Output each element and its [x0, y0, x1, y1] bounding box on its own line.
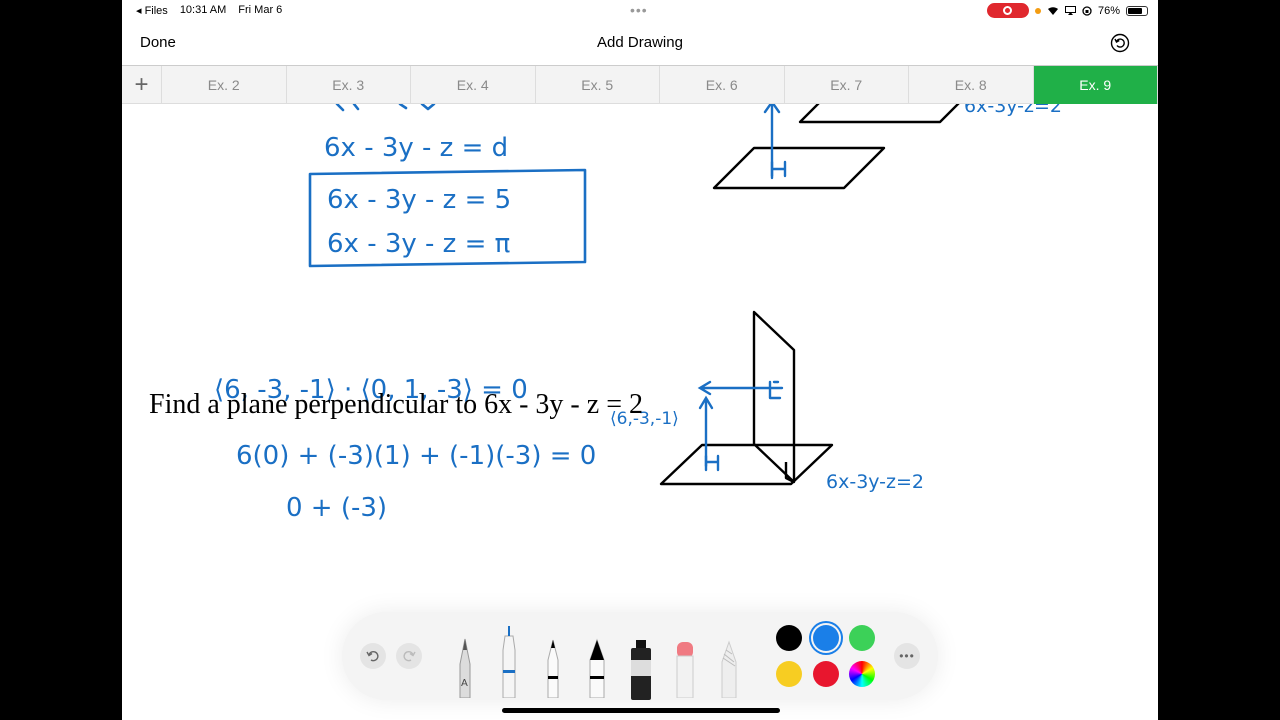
- pen-tool-icon[interactable]: A: [454, 636, 476, 698]
- orientation-lock-icon: [1082, 5, 1092, 16]
- color-picker-wheel-icon[interactable]: [849, 661, 875, 687]
- tab-ex-8[interactable]: Ex. 8: [909, 66, 1034, 104]
- color-swatch-red[interactable]: [813, 661, 839, 687]
- parallel-plane-upper: [798, 104, 960, 124]
- battery-icon: [1126, 5, 1148, 16]
- fountain-pen-tool-icon[interactable]: [586, 638, 608, 698]
- undo-history-icon[interactable]: [1110, 33, 1130, 53]
- status-date: Fri Mar 6: [238, 4, 283, 16]
- typed-prompt: Find a plane perpendicular to 6x - 3y - …: [149, 389, 643, 420]
- tab-ex-2[interactable]: Ex. 2: [162, 66, 287, 104]
- monoline-tool-icon[interactable]: [498, 624, 520, 698]
- tab-ex-5[interactable]: Ex. 5: [536, 66, 660, 104]
- status-time: 10:31 AM: [179, 4, 227, 16]
- undo-icon: [366, 651, 379, 662]
- ink-dot-product-expanded: 6(0) + (-3)(1) + (-1)(-3) = 0: [236, 441, 596, 471]
- color-swatch-black[interactable]: [776, 625, 802, 651]
- parallel-plane-lower: [712, 146, 886, 190]
- color-swatch-yellow[interactable]: [776, 661, 802, 687]
- ink-cutoff-scribble: [335, 104, 436, 112]
- tab-ex-4[interactable]: Ex. 4: [411, 66, 536, 104]
- ink-partial-sum: 0 + (-3): [286, 493, 387, 523]
- watercolor-tool-icon[interactable]: [628, 638, 654, 700]
- more-options-button[interactable]: •••: [894, 643, 920, 669]
- pencil-tool-icon[interactable]: [718, 640, 740, 698]
- color-swatch-blue-selected[interactable]: [813, 625, 839, 651]
- marker-tool-icon[interactable]: [542, 638, 564, 698]
- tab-ex-6[interactable]: Ex. 6: [660, 66, 785, 104]
- status-bar: ◂ Files 10:31 AM Fri Mar 6 ••• 76%: [122, 0, 1158, 22]
- microphone-indicator-icon: [1034, 7, 1041, 14]
- battery-level: [1128, 7, 1142, 14]
- home-indicator[interactable]: [502, 708, 780, 713]
- battery-percentage: 76%: [1097, 4, 1120, 17]
- base-plane: [659, 443, 834, 486]
- navigation-bar: Done Add Drawing: [122, 22, 1158, 64]
- ink-plane-label-top: 6x-3y-z=2: [964, 104, 1062, 117]
- tab-ex-7[interactable]: Ex. 7: [785, 66, 909, 104]
- undo-button[interactable]: [360, 643, 386, 669]
- tab-ex-3[interactable]: Ex. 3: [287, 66, 411, 104]
- page-title: Add Drawing: [597, 34, 683, 51]
- multitasking-dots-icon[interactable]: •••: [630, 2, 648, 18]
- wifi-icon: [1047, 6, 1058, 15]
- back-to-files-link[interactable]: ◂ Files: [136, 4, 168, 17]
- normal-marker-n-side: [768, 380, 782, 400]
- ellipsis-icon: •••: [899, 649, 915, 663]
- screen-mirroring-icon: [1064, 6, 1076, 15]
- tab-ex-9[interactable]: Ex. 9: [1033, 66, 1158, 104]
- redo-button[interactable]: [396, 643, 422, 669]
- exercise-tab-strip: + Ex. 2 Ex. 3 Ex. 4 Ex. 5 Ex. 6 Ex. 7 Ex. 8 Ex.…: [122, 65, 1158, 104]
- redo-icon: [403, 651, 416, 662]
- add-tab-button[interactable]: +: [122, 66, 162, 104]
- color-swatch-green[interactable]: [849, 625, 875, 651]
- ipad-screen: ◂ Files 10:31 AM Fri Mar 6 ••• 76% Done …: [122, 0, 1158, 720]
- ink-plane-eq-pi: 6x - 3y - z = π: [327, 229, 510, 259]
- svg-text:A: A: [461, 678, 468, 689]
- normal-marker-n-top: [770, 160, 787, 178]
- record-icon: [1003, 6, 1013, 15]
- ink-general-plane-eq: 6x - 3y - z = d: [324, 133, 508, 163]
- screen-recording-indicator[interactable]: [986, 3, 1029, 18]
- ink-plane-eq-5: 6x - 3y - z = 5: [327, 185, 511, 215]
- eraser-tool-icon[interactable]: [674, 640, 696, 698]
- drawing-tool-palette: A •••: [342, 612, 938, 700]
- ink-plane-label: 6x-3y-z=2: [826, 471, 924, 493]
- normal-marker-n-bottom: [704, 454, 720, 472]
